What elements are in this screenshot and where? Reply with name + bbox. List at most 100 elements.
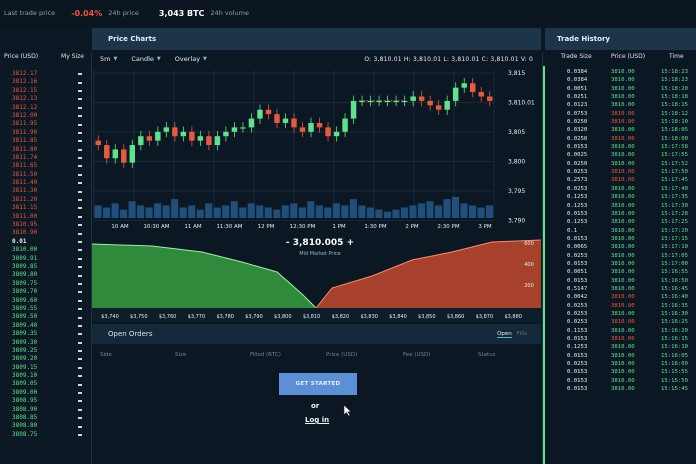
interval-value: 5m <box>100 55 111 63</box>
candle-body <box>452 87 459 101</box>
bid-price-row[interactable]: 3808.95 <box>12 397 52 405</box>
bid-price-row[interactable]: 3808.80 <box>12 422 52 430</box>
candle-body <box>163 127 170 132</box>
size-dash <box>78 347 86 355</box>
interval-dropdown[interactable]: 5m ▼ <box>100 55 117 63</box>
trade-size: 0.0250 <box>567 160 588 167</box>
depth-x-tick-label: $3,830 <box>360 314 378 320</box>
trade-price: 3810.00 <box>611 127 635 134</box>
ask-price-row[interactable]: 3812.00 <box>12 112 52 120</box>
candle-body <box>410 96 416 101</box>
candlestick-chart[interactable]: 3,815 3,810.01 3,805 3,800 3,795 3,790 10 AM 10… <box>92 66 541 234</box>
trade-price: 3810.00 <box>611 252 635 259</box>
ask-price-row[interactable]: 3811.50 <box>12 171 52 179</box>
bid-price-row[interactable]: 3809.91 <box>12 255 52 263</box>
overlay-dropdown[interactable]: Overlay ▼ <box>175 55 207 63</box>
trade-size: 0.1253 <box>567 202 588 209</box>
ask-price-row[interactable]: 3811.40 <box>12 179 52 187</box>
tab-fills[interactable]: Fills <box>517 331 527 338</box>
bid-price-row[interactable]: 3809.50 <box>12 313 52 321</box>
ask-price-row[interactable]: 3812.15 <box>12 87 52 95</box>
trade-row: 0.0123 3810.00 15:18:15 <box>545 101 696 109</box>
ask-price-row[interactable]: 3811.85 <box>12 137 52 145</box>
trade-size: 0.0153 <box>567 144 588 151</box>
trade-price: 3810.00 <box>611 327 635 334</box>
bid-price-row[interactable]: 3809.00 <box>12 389 52 397</box>
bid-price-row[interactable]: 3809.30 <box>12 339 52 347</box>
bid-price-row[interactable]: 3810.00 <box>12 246 52 254</box>
bid-price-row[interactable]: 3808.75 <box>12 431 52 439</box>
ask-price-row[interactable]: 3811.95 <box>12 120 52 128</box>
bid-price-row[interactable]: 3809.60 <box>12 297 52 305</box>
volume-bar <box>213 207 221 218</box>
open-orders-columns: Side Size Filled (BTC) Price (USD) Fee (… <box>92 352 541 362</box>
ask-price-row[interactable]: 3811.15 <box>12 204 52 212</box>
ask-price-row[interactable]: 3811.20 <box>12 196 52 204</box>
bid-price-row[interactable]: 3808.90 <box>12 406 52 414</box>
bid-price-row[interactable]: 3809.75 <box>12 280 52 288</box>
trade-size: 0.0153 <box>567 277 588 284</box>
volume-bar <box>358 205 366 218</box>
login-link[interactable]: Log in <box>305 416 329 424</box>
bid-price-row[interactable]: 3809.85 <box>12 263 52 271</box>
ask-price-row[interactable]: 3812.12 <box>12 104 52 112</box>
ask-price-row[interactable]: 3812.13 <box>12 95 52 103</box>
mid-price-label: Mid Market Price <box>299 251 341 257</box>
ask-price-row[interactable]: 3811.65 <box>12 162 52 170</box>
ask-price-row[interactable]: 3811.30 <box>12 187 52 195</box>
candle-body <box>197 136 204 141</box>
ask-price-row[interactable]: 3810.95 <box>12 221 52 229</box>
volume-bar <box>247 203 255 218</box>
get-started-button[interactable]: GET STARTED <box>279 373 357 395</box>
chart-toolbar: 5m ▼ Candle ▼ Overlay ▼ O: 3,810.01 H: 3… <box>92 52 541 66</box>
bid-price-row[interactable]: 3809.70 <box>12 288 52 296</box>
bid-price-row[interactable]: 3809.40 <box>12 322 52 330</box>
trade-size: 0.0253 <box>567 319 588 326</box>
size-dash <box>78 179 86 187</box>
bid-price-row[interactable]: 3809.05 <box>12 380 52 388</box>
ask-price-row[interactable]: 3812.16 <box>12 78 52 86</box>
trade-row: 0.0253 3810.00 15:17:40 <box>545 185 696 193</box>
ask-price-row[interactable]: 3811.80 <box>12 146 52 154</box>
bid-price-row[interactable]: 3809.10 <box>12 372 52 380</box>
trade-history-title: Trade History <box>557 35 610 43</box>
trade-time: 15:16:25 <box>661 319 688 326</box>
order-book-prices[interactable]: 3812.17 3812.16 3812.15 3812.13 3812.12 3812.… <box>12 70 52 439</box>
minus-label[interactable]: - <box>286 238 290 248</box>
size-dash <box>78 271 86 279</box>
size-dash <box>78 146 86 154</box>
x-tick-label: 12:30 PM <box>290 224 316 230</box>
trade-row: 0.0153 3810.00 15:15:45 <box>545 385 696 393</box>
bid-price-row[interactable]: 3809.25 <box>12 347 52 355</box>
volume-bar <box>94 205 102 218</box>
trade-price: 3810.00 <box>611 235 635 242</box>
candle-body <box>435 105 442 110</box>
size-dash <box>78 330 86 338</box>
candle-body <box>282 118 289 123</box>
ask-price-row[interactable]: 3812.17 <box>12 70 52 78</box>
bid-price-row[interactable]: 3809.55 <box>12 305 52 313</box>
tab-open[interactable]: Open <box>497 331 512 338</box>
ask-price-row[interactable]: 3811.74 <box>12 154 52 162</box>
trade-size: 0.0253 <box>567 310 588 317</box>
depth-x-tick-label: $3,810 <box>303 314 321 320</box>
trade-size: 0.0253 <box>567 361 588 368</box>
plus-label[interactable]: + <box>347 238 355 248</box>
volume-bar <box>196 209 204 218</box>
bid-price-row[interactable]: 3809.20 <box>12 355 52 363</box>
trade-price: 3810.00 <box>611 285 635 292</box>
candle-body <box>427 100 433 106</box>
ask-price-row[interactable]: 3811.00 <box>12 213 52 221</box>
ask-price-row[interactable]: 3810.90 <box>12 229 52 237</box>
bid-price-row[interactable]: 3809.15 <box>12 364 52 372</box>
size-dash <box>78 263 86 271</box>
candle-body <box>257 109 263 119</box>
bid-price-row[interactable]: 3809.80 <box>12 271 52 279</box>
chart-type-dropdown[interactable]: Candle ▼ <box>131 55 160 63</box>
bid-price-row[interactable]: 3809.35 <box>12 330 52 338</box>
bid-price-row[interactable]: 3808.85 <box>12 414 52 422</box>
spread-row[interactable]: 0.01 <box>12 238 52 246</box>
size-dash <box>78 406 86 414</box>
trade-price: 3810.00 <box>611 244 635 251</box>
ask-price-row[interactable]: 3811.90 <box>12 129 52 137</box>
